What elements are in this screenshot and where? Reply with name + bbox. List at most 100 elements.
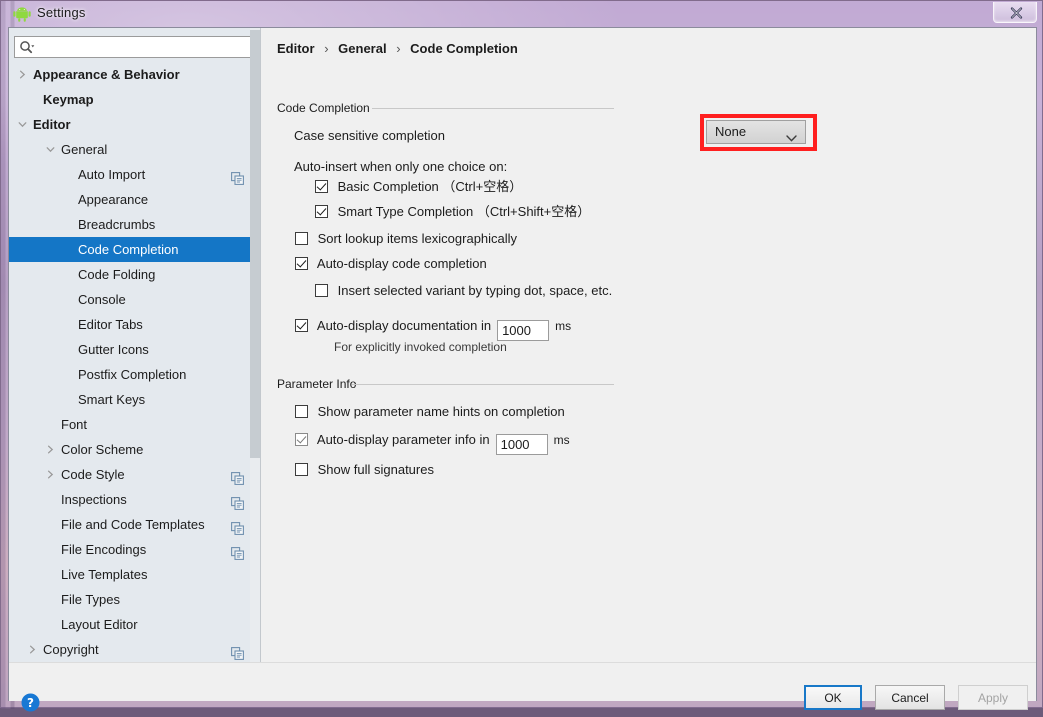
apply-button[interactable]: Apply [958, 685, 1028, 710]
sidebar-item-label: Keymap [43, 92, 94, 107]
settings-content-pane: Editor › General › Code Completion Code … [262, 28, 1036, 662]
basic-completion-checkbox[interactable] [315, 180, 328, 193]
sort-lookup-label: Sort lookup items lexicographically [317, 231, 518, 246]
auto-display-doc-row[interactable]: Auto-display documentation in ms [295, 317, 571, 341]
group-rule-parameter-info [352, 384, 614, 385]
sidebar-item-label: Editor Tabs [78, 317, 143, 332]
chevron-right-icon: › [396, 41, 401, 56]
copy-settings-icon[interactable] [231, 493, 244, 510]
chevron-right-icon[interactable] [25, 637, 39, 662]
chevron-right-icon[interactable] [43, 437, 57, 462]
sidebar-item-inspections[interactable]: Inspections [9, 487, 260, 512]
sidebar-item-breadcrumbs[interactable]: Breadcrumbs [9, 212, 260, 237]
auto-display-param-unit: ms [553, 433, 570, 447]
basic-completion-row[interactable]: Basic Completion （Ctrl+空格） [315, 178, 522, 195]
breadcrumb-part-editor[interactable]: Editor [277, 41, 315, 56]
group-header-code-completion: Code Completion [277, 101, 370, 115]
help-question-icon[interactable]: ? [21, 693, 40, 712]
auto-display-param-row[interactable]: Auto-display parameter info in ms [295, 431, 570, 455]
chevron-right-icon[interactable] [43, 462, 57, 487]
sidebar-item-code-folding[interactable]: Code Folding [9, 262, 260, 287]
auto-display-code-row[interactable]: Auto-display code completion [295, 255, 487, 272]
close-icon [994, 2, 1038, 23]
sort-lookup-checkbox[interactable] [295, 232, 308, 245]
sidebar-item-label: Copyright [43, 642, 99, 657]
sidebar-item-label: Editor [33, 117, 71, 132]
smart-type-completion-row[interactable]: Smart Type Completion （Ctrl+Shift+空格） [315, 203, 590, 220]
sidebar-item-appearance[interactable]: Appearance [9, 187, 260, 212]
sidebar-item-appearance-behavior[interactable]: Appearance & Behavior [9, 62, 260, 87]
show-full-signatures-checkbox[interactable] [295, 463, 308, 476]
auto-display-code-checkbox[interactable] [295, 257, 308, 270]
show-full-signatures-label: Show full signatures [317, 462, 434, 477]
case-sensitive-completion-select[interactable]: None [706, 120, 806, 144]
chevron-down-icon[interactable] [15, 112, 29, 137]
sidebar-item-copyright[interactable]: Copyright [9, 637, 260, 662]
copy-settings-icon[interactable] [231, 468, 244, 485]
sidebar-item-font[interactable]: Font [9, 412, 260, 437]
sidebar-item-keymap[interactable]: Keymap [9, 87, 260, 112]
sidebar-item-label: Code Style [61, 467, 125, 482]
sidebar-item-label: Code Folding [78, 267, 156, 282]
sidebar-item-label: Appearance [78, 192, 149, 207]
copy-settings-icon[interactable] [231, 643, 244, 660]
sidebar-item-file-encodings[interactable]: File Encodings [9, 537, 260, 562]
auto-display-param-label: Auto-display parameter info in [316, 432, 490, 447]
insert-selected-variant-row[interactable]: Insert selected variant by typing dot, s… [315, 282, 612, 299]
sidebar-item-code-style[interactable]: Code Style [9, 462, 260, 487]
sidebar-item-editor-tabs[interactable]: Editor Tabs [9, 312, 260, 337]
copy-settings-icon[interactable] [231, 518, 244, 535]
copy-settings-icon[interactable] [231, 543, 244, 560]
sidebar-item-live-templates[interactable]: Live Templates [9, 562, 260, 587]
sidebar-scrollbar-thumb[interactable] [250, 30, 260, 458]
chevron-right-icon[interactable] [15, 62, 29, 87]
close-button[interactable] [993, 2, 1037, 23]
show-full-signatures-row[interactable]: Show full signatures [295, 461, 434, 478]
title-bar[interactable]: Settings [1, 1, 1043, 27]
sidebar-item-auto-import[interactable]: Auto Import [9, 162, 260, 187]
sidebar-item-smart-keys[interactable]: Smart Keys [9, 387, 260, 412]
auto-display-code-label: Auto-display code completion [316, 256, 487, 271]
search-input[interactable] [14, 36, 254, 58]
sidebar-item-code-completion[interactable]: Code Completion [9, 237, 260, 262]
sidebar-item-postfix-completion[interactable]: Postfix Completion [9, 362, 260, 387]
doc-note: For explicitly invoked completion [334, 340, 507, 354]
cancel-button[interactable]: Cancel [875, 685, 945, 710]
smart-type-completion-checkbox[interactable] [315, 205, 328, 218]
auto-display-doc-unit: ms [555, 319, 572, 333]
group-header-parameter-info: Parameter Info [277, 377, 357, 391]
sidebar-item-console[interactable]: Console [9, 287, 260, 312]
show-param-hints-row[interactable]: Show parameter name hints on completion [295, 403, 565, 420]
group-rule-code-completion [372, 108, 614, 109]
sidebar-item-file-and-code-templates[interactable]: File and Code Templates [9, 512, 260, 537]
case-sensitive-completion-label: Case sensitive completion [294, 128, 446, 143]
search-box[interactable] [14, 36, 254, 58]
sidebar-item-label: Layout Editor [61, 617, 138, 632]
sidebar-item-gutter-icons[interactable]: Gutter Icons [9, 337, 260, 362]
breadcrumb-part-general[interactable]: General [338, 41, 386, 56]
auto-display-param-checkbox[interactable] [295, 433, 308, 446]
window-title: Settings [37, 5, 86, 20]
show-param-hints-label: Show parameter name hints on completion [317, 404, 565, 419]
sidebar-item-general[interactable]: General [9, 137, 260, 162]
auto-display-doc-delay-input[interactable] [497, 320, 550, 341]
android-robot-icon [13, 6, 31, 22]
show-param-hints-checkbox[interactable] [295, 405, 308, 418]
chevron-right-icon: › [324, 41, 329, 56]
settings-tree[interactable]: Appearance & Behavior Keymap Editor General… [9, 62, 260, 662]
sidebar-item-label: Inspections [61, 492, 127, 507]
auto-display-doc-checkbox[interactable] [295, 319, 308, 332]
sidebar-item-layout-editor[interactable]: Layout Editor [9, 612, 260, 637]
auto-insert-label: Auto-insert when only one choice on: [294, 159, 508, 174]
ok-button[interactable]: OK [804, 685, 862, 710]
sidebar-item-label: Color Scheme [61, 442, 144, 457]
sidebar-item-editor[interactable]: Editor [9, 112, 260, 137]
sort-lookup-row[interactable]: Sort lookup items lexicographically [295, 230, 517, 247]
sidebar-item-label: Code Completion [78, 242, 179, 257]
auto-display-param-delay-input[interactable] [495, 434, 548, 455]
sidebar-item-file-types[interactable]: File Types [9, 587, 260, 612]
chevron-down-icon[interactable] [43, 137, 57, 162]
copy-settings-icon[interactable] [231, 168, 244, 185]
sidebar-item-color-scheme[interactable]: Color Scheme [9, 437, 260, 462]
insert-selected-variant-checkbox[interactable] [315, 284, 328, 297]
